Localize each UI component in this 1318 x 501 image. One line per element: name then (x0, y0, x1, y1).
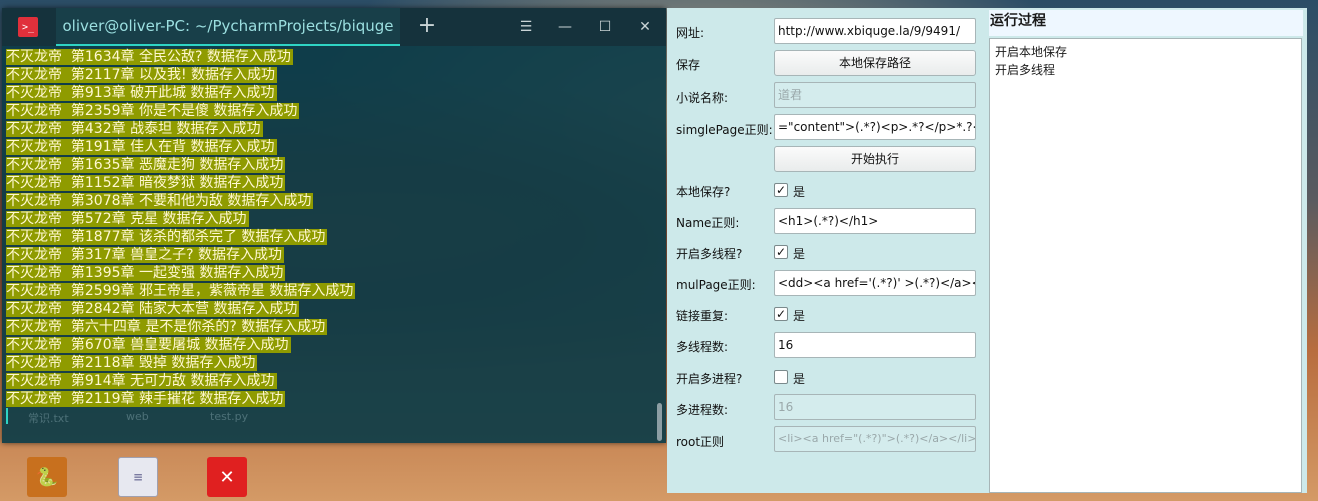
novel-name-label: 小说名称: (676, 91, 729, 105)
link-repeat-checkbox[interactable]: ✓ (774, 307, 788, 321)
url-field[interactable]: http://www.xbiquge.la/9/9491/ (774, 18, 976, 44)
xmind-icon[interactable]: ✕ (207, 457, 247, 497)
terminal-scrollbar[interactable] (657, 403, 662, 441)
process-count-field[interactable]: 16 (774, 394, 976, 420)
process-title: 运行过程 (989, 10, 1303, 36)
terminal-line: 不灭龙帝 第191章 佳人在背 数据存入成功 (6, 139, 277, 155)
multi-process-yes-label: 是 (793, 372, 806, 386)
log-line: 开启多线程 (995, 63, 1056, 77)
process-log[interactable]: 开启本地保存 开启多线程 (989, 38, 1302, 493)
local-save-checkbox[interactable]: ✓ (774, 183, 788, 197)
url-label: 网址: (676, 26, 705, 40)
multi-process-label: 开启多进程? (676, 372, 743, 386)
single-page-regex-label: simglePage正则: (676, 123, 773, 137)
menu-icon[interactable]: ☰ (515, 16, 537, 38)
mul-page-regex-label: mulPage正则: (676, 278, 756, 292)
terminal-line: 不灭龙帝 第432章 战泰坦 数据存入成功 (6, 121, 263, 137)
terminal-line: 不灭龙帝 第670章 兽皇要屠城 数据存入成功 (6, 337, 291, 353)
terminal-line: 不灭龙帝 第六十四章 是不是你杀的? 数据存入成功 (6, 319, 328, 335)
save-path-button[interactable]: 本地保存路径 (774, 50, 976, 76)
terminal-line: 不灭龙帝 第2599章 邪王帝星，紫薇帝星 数据存入成功 (6, 283, 356, 299)
terminal-line: 不灭龙帝 第572章 克星 数据存入成功 (6, 211, 249, 227)
terminal-line: 不灭龙帝 第2119章 辣手摧花 数据存入成功 (6, 391, 286, 407)
process-count-label: 多进程数: (676, 403, 729, 417)
terminal-line: 不灭龙帝 第1395章 一起变强 数据存入成功 (6, 265, 286, 281)
maximize-icon[interactable]: ☐ (594, 16, 616, 38)
terminal-line: 不灭龙帝 第1634章 全民公敌? 数据存入成功 (6, 49, 293, 65)
terminal-line: 不灭龙帝 第1152章 暗夜梦狱 数据存入成功 (6, 175, 286, 191)
root-regex-label: root正则 (676, 435, 725, 449)
terminal-line: 不灭龙帝 第2359章 你是不是傻 数据存入成功 (6, 103, 300, 119)
desktop-icon-row: 🐍 ≡ ✕ (0, 445, 666, 501)
terminal-line: 不灭龙帝 第2842章 陆家大本营 数据存入成功 (6, 301, 300, 317)
link-repeat-label: 链接重复: (676, 309, 729, 323)
close-icon[interactable]: ✕ (634, 16, 656, 38)
local-save-yes-label: 是 (793, 185, 806, 199)
terminal-app-icon: >_ (18, 17, 38, 37)
multi-thread-yes-label: 是 (793, 247, 806, 261)
terminal-cursor (6, 408, 8, 424)
python-file-icon[interactable]: 🐍 (27, 457, 67, 497)
terminal-line: 不灭龙帝 第2118章 毁掉 数据存入成功 (6, 355, 258, 371)
terminal-titlebar: >_ oliver@oliver-PC: ~/PycharmProjects/b… (2, 8, 666, 46)
thread-count-field[interactable]: 16 (774, 332, 976, 358)
terminal-output[interactable]: 不灭龙帝 第1634章 全民公敌? 数据存入成功 不灭龙帝 第2117章 以及我… (6, 48, 646, 418)
local-save-label: 本地保存? (676, 185, 731, 199)
multi-thread-checkbox[interactable]: ✓ (774, 245, 788, 259)
multi-thread-label: 开启多线程? (676, 247, 743, 261)
start-button[interactable]: 开始执行 (774, 146, 976, 172)
terminal-line: 不灭龙帝 第317章 兽皇之子? 数据存入成功 (6, 247, 284, 263)
name-regex-label: Name正则: (676, 216, 740, 230)
novel-name-field[interactable]: 道君 (774, 82, 976, 108)
minimize-icon[interactable]: — (554, 16, 576, 38)
link-repeat-yes-label: 是 (793, 309, 806, 323)
terminal-window: >_ oliver@oliver-PC: ~/PycharmProjects/b… (2, 8, 666, 443)
root-regex-field[interactable]: <li><a href="(.*?)">(.*?)</a></li> (774, 426, 976, 452)
terminal-line: 不灭龙帝 第2117章 以及我! 数据存入成功 (6, 67, 278, 83)
log-line: 开启本地保存 (995, 45, 1068, 59)
terminal-line: 不灭龙帝 第1635章 恶魔走狗 数据存入成功 (6, 157, 286, 173)
multi-process-checkbox[interactable] (774, 370, 788, 384)
terminal-line: 不灭龙帝 第913章 破开此城 数据存入成功 (6, 85, 277, 101)
ghost-file-label: 常识.txt (28, 412, 69, 425)
single-page-regex-field[interactable]: ="content">(.*?)<p>.*?</p>*.?</div> (774, 114, 976, 140)
save-label: 保存 (676, 58, 701, 72)
new-tab-icon[interactable]: + (414, 13, 440, 39)
ghost-file-label: test.py (210, 410, 249, 423)
terminal-line: 不灭龙帝 第914章 无可力敌 数据存入成功 (6, 373, 277, 389)
crawler-app-window: 网址: http://www.xbiquge.la/9/9491/ 保存 本地保… (667, 8, 1307, 493)
thread-count-label: 多线程数: (676, 340, 729, 354)
ghost-file-label: web (126, 410, 149, 423)
terminal-tab[interactable]: oliver@oliver-PC: ~/PycharmProjects/biqu… (56, 8, 400, 46)
name-regex-field[interactable]: <h1>(.*?)</h1> (774, 208, 976, 234)
terminal-line: 不灭龙帝 第3078章 不要和他为敌 数据存入成功 (6, 193, 314, 209)
terminal-line: 不灭龙帝 第1877章 该杀的都杀完了 数据存入成功 (6, 229, 328, 245)
mul-page-regex-field[interactable]: <dd><a href='(.*?)' >(.*?)</a></dd> (774, 270, 976, 296)
text-file-icon[interactable]: ≡ (118, 457, 158, 497)
